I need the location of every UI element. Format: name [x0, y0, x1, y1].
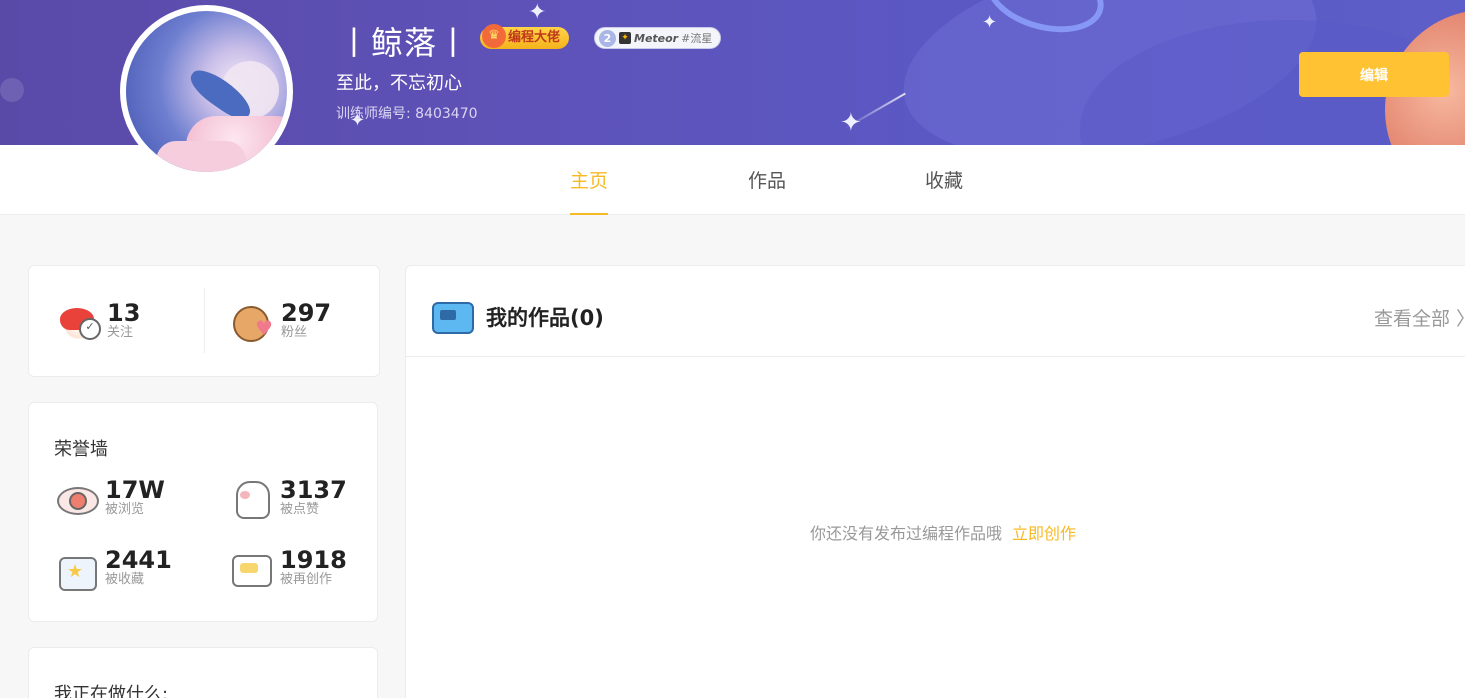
- level-number: 2: [599, 29, 616, 47]
- favorite-icon: [55, 547, 97, 591]
- meteor-icon: ✦: [619, 32, 631, 44]
- fans-count: 297: [281, 299, 332, 327]
- avatar[interactable]: [120, 5, 293, 178]
- tab-home[interactable]: 主页: [570, 145, 609, 215]
- views-stat: 17W 被浏览: [55, 477, 165, 519]
- works-title: 我的作品(0): [486, 306, 604, 330]
- likes-stat: 3137 被点赞: [230, 477, 347, 519]
- social-card: 13 关注 297 粉丝: [28, 265, 380, 377]
- likes-count: 3137: [280, 476, 347, 504]
- sparkle-icon: ✦: [982, 12, 998, 33]
- empty-text: 你还没有发布过编程作品哦: [810, 524, 1003, 543]
- remix-stat: 1918 被再创作: [230, 547, 347, 589]
- doing-card: 我正在做什么:: [28, 647, 378, 698]
- badge-coding-master[interactable]: ♛ 编程大佬: [480, 24, 570, 49]
- user-name: 丨鲸落丨: [338, 24, 471, 62]
- eye-icon: [55, 477, 99, 519]
- create-now-link[interactable]: 立即创作: [1012, 524, 1076, 543]
- views-count: 17W: [105, 476, 165, 504]
- favorites-count: 2441: [105, 546, 172, 574]
- sparkle-icon: ✦: [528, 0, 547, 25]
- following-icon: [57, 300, 101, 342]
- badge-label: 编程大佬: [508, 30, 561, 45]
- trainer-id: 训练师编号: 8403470: [336, 106, 478, 122]
- like-icon: [230, 477, 272, 519]
- remix-count: 1918: [280, 546, 347, 574]
- empty-state: 你还没有发布过编程作品哦 立即创作: [810, 520, 1076, 544]
- badge-level[interactable]: 2 ✦ Meteor #流星: [594, 27, 722, 49]
- fans-label: 粉丝: [281, 325, 308, 340]
- divider: [406, 356, 1465, 357]
- doing-title: 我正在做什么:: [54, 684, 169, 698]
- following-label: 关注: [107, 325, 134, 340]
- crown-icon: ♛: [482, 24, 506, 48]
- divider: [204, 288, 205, 353]
- level-title-cn: #流星: [681, 32, 713, 45]
- views-label: 被浏览: [105, 502, 145, 517]
- tab-favorites[interactable]: 收藏: [925, 145, 963, 215]
- favorites-stat: 2441 被收藏: [55, 546, 172, 591]
- tab-works[interactable]: 作品: [748, 145, 786, 215]
- honor-wall-title: 荣誉墙: [54, 439, 108, 460]
- fans-stat[interactable]: 297 粉丝: [231, 300, 331, 342]
- fans-icon: [231, 300, 273, 342]
- favorites-label: 被收藏: [105, 572, 145, 587]
- user-motto: 至此，不忘初心: [336, 73, 462, 94]
- following-stat[interactable]: 13 关注: [57, 300, 140, 342]
- likes-label: 被点赞: [280, 502, 320, 517]
- level-title-en: Meteor: [634, 31, 679, 45]
- works-icon: [432, 300, 474, 334]
- following-count: 13: [107, 299, 141, 327]
- honor-wall-card: 荣誉墙 17W 被浏览 3137 被点赞 2441 被收藏 1918 被再创作: [28, 402, 378, 622]
- banner-decor-glow: [0, 78, 24, 102]
- edit-button[interactable]: 编辑: [1299, 52, 1449, 97]
- remix-icon: [230, 547, 272, 589]
- view-all-link[interactable]: 查看全部 〉: [1374, 304, 1465, 331]
- remix-label: 被再创作: [280, 572, 333, 587]
